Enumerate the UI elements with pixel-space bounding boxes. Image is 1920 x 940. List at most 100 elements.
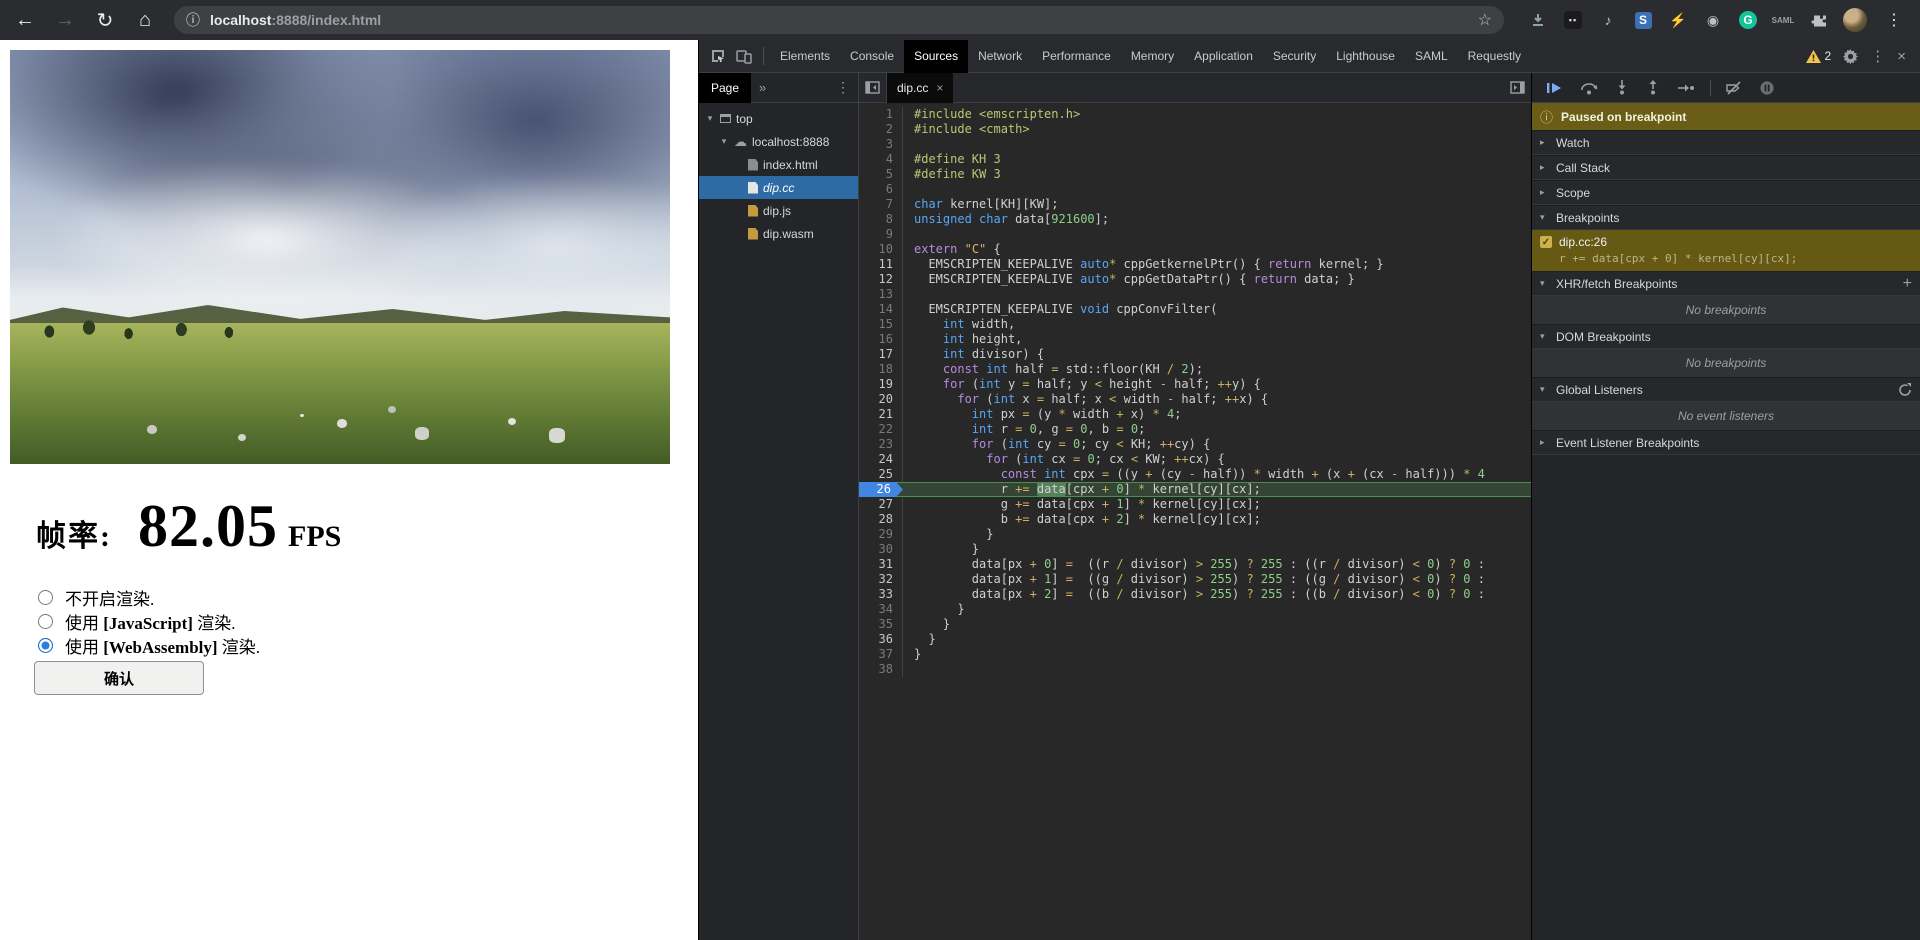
hide-navigator-icon[interactable] [859,73,887,102]
confirm-button[interactable]: 确认 [34,661,204,695]
line-number[interactable]: 24 [859,452,903,467]
line-number[interactable]: 1 [859,107,903,122]
line-number[interactable]: 34 [859,602,903,617]
reload-icon[interactable]: ↻ [94,8,116,33]
line-number[interactable]: 12 [859,272,903,287]
back-icon[interactable]: ← [14,9,36,32]
line-number[interactable]: 15 [859,317,903,332]
line-number[interactable]: 23 [859,437,903,452]
radio-button[interactable] [38,638,53,653]
close-tab-icon[interactable]: × [936,81,943,95]
render-option-1[interactable]: 使用 [JavaScript] 渲染. [38,609,260,633]
ext-s-icon[interactable]: S [1633,10,1653,30]
line-number[interactable]: 37 [859,647,903,662]
line-number[interactable]: 10 [859,242,903,257]
chevron-down-icon[interactable]: ▾ [719,136,729,147]
ext-saml-icon[interactable]: SAML [1773,10,1793,30]
code-view[interactable]: 1#include <emscripten.h>2#include <cmath… [859,103,1531,940]
tree-item-dip-js[interactable]: dip.js [699,199,858,222]
ext-lightning-icon[interactable]: ⚡ [1668,10,1688,30]
line-number[interactable]: 25 [859,467,903,482]
line-number[interactable]: 19 [859,377,903,392]
line-number[interactable]: 30 [859,542,903,557]
bookmark-star-icon[interactable]: ☆ [1478,10,1492,30]
devtools-tab-requestly[interactable]: Requestly [1458,40,1531,73]
forward-icon[interactable]: → [54,9,76,32]
section-header-breakpoints[interactable]: ▾Breakpoints [1532,205,1920,230]
refresh-icon[interactable] [1898,383,1912,397]
render-option-2[interactable]: 使用 [WebAssembly] 渲染. [38,633,260,657]
navigator-tab-page[interactable]: Page [699,73,751,103]
line-number[interactable]: 20 [859,392,903,407]
line-number[interactable]: 38 [859,662,903,677]
radio-button[interactable] [38,590,53,605]
ext-grammarly-icon[interactable]: G [1738,10,1758,30]
add-breakpoint-icon[interactable]: + [1903,276,1912,292]
deactivate-breakpoints-icon[interactable] [1726,81,1742,95]
line-number[interactable]: 36 [859,632,903,647]
url-bar[interactable]: ⓘ localhost:8888/index.html ☆ [174,6,1504,34]
devtools-menu-icon[interactable]: ⋮ [1870,47,1885,65]
show-right-panel-icon[interactable] [1503,81,1531,94]
devtools-settings-icon[interactable] [1843,49,1858,64]
line-number[interactable]: 35 [859,617,903,632]
section-header-call-stack[interactable]: ▸Call Stack [1532,155,1920,180]
step-over-icon[interactable] [1580,81,1598,95]
tree-item-dip-cc[interactable]: dip.cc [699,176,858,199]
section-header-xhr-fetch-breakpoints[interactable]: ▾XHR/fetch Breakpoints+ [1532,271,1920,296]
devtools-tab-saml[interactable]: SAML [1405,40,1458,73]
line-number[interactable]: 27 [859,497,903,512]
step-icon[interactable] [1677,81,1695,95]
devtools-tab-performance[interactable]: Performance [1032,40,1121,73]
home-icon[interactable]: ⌂ [134,9,156,32]
site-info-icon[interactable]: ⓘ [186,10,200,30]
line-number[interactable]: 7 [859,197,903,212]
extensions-puzzle-icon[interactable] [1808,10,1828,30]
render-option-0[interactable]: 不开启渲染. [38,585,260,609]
line-number[interactable]: 14 [859,302,903,317]
issues-warning-badge[interactable]: 2 [1806,49,1832,63]
breakpoint-marker-line-number[interactable]: 26 [859,482,903,497]
pause-on-exceptions-icon[interactable] [1759,80,1775,96]
line-number[interactable]: 6 [859,182,903,197]
ext-dark-icon[interactable]: ▪▪ [1563,10,1583,30]
line-number[interactable]: 9 [859,227,903,242]
step-out-icon[interactable] [1646,80,1660,95]
line-number[interactable]: 2 [859,122,903,137]
devtools-tab-sources[interactable]: Sources [904,40,968,73]
line-number[interactable]: 21 [859,407,903,422]
line-number[interactable]: 32 [859,572,903,587]
tree-item-dip-wasm[interactable]: dip.wasm [699,222,858,245]
resume-script-icon[interactable] [1546,81,1563,95]
line-number[interactable]: 16 [859,332,903,347]
devtools-tab-application[interactable]: Application [1184,40,1263,73]
devtools-tab-network[interactable]: Network [968,40,1032,73]
devtools-tab-memory[interactable]: Memory [1121,40,1184,73]
section-header-scope[interactable]: ▸Scope [1532,180,1920,205]
tree-item-top[interactable]: ▾top [699,107,858,130]
devtools-close-icon[interactable]: × [1897,48,1906,65]
line-number[interactable]: 5 [859,167,903,182]
browser-menu-icon[interactable]: ⋮ [1882,10,1906,30]
profile-avatar[interactable] [1843,8,1867,32]
line-number[interactable]: 13 [859,287,903,302]
line-number[interactable]: 28 [859,512,903,527]
line-number[interactable]: 8 [859,212,903,227]
line-number[interactable]: 4 [859,152,903,167]
line-number[interactable]: 17 [859,347,903,362]
line-number[interactable]: 31 [859,557,903,572]
tree-item-localhost-8888[interactable]: ▾☁localhost:8888 [699,130,858,153]
section-header-watch[interactable]: ▸Watch [1532,130,1920,155]
breakpoint-checkbox[interactable]: ✓ [1540,236,1552,248]
more-navigator-tabs-icon[interactable]: » [751,80,774,95]
line-number[interactable]: 18 [859,362,903,377]
line-number[interactable]: 29 [859,527,903,542]
devtools-tab-lighthouse[interactable]: Lighthouse [1326,40,1405,73]
download-icon[interactable] [1528,10,1548,30]
inspect-element-icon[interactable] [705,44,731,68]
editor-tab-dipcc[interactable]: dip.cc × [887,73,953,103]
devtools-tab-elements[interactable]: Elements [770,40,840,73]
line-number[interactable]: 11 [859,257,903,272]
tree-item-index-html[interactable]: index.html [699,153,858,176]
section-header-global-listeners[interactable]: ▾Global Listeners [1532,377,1920,402]
